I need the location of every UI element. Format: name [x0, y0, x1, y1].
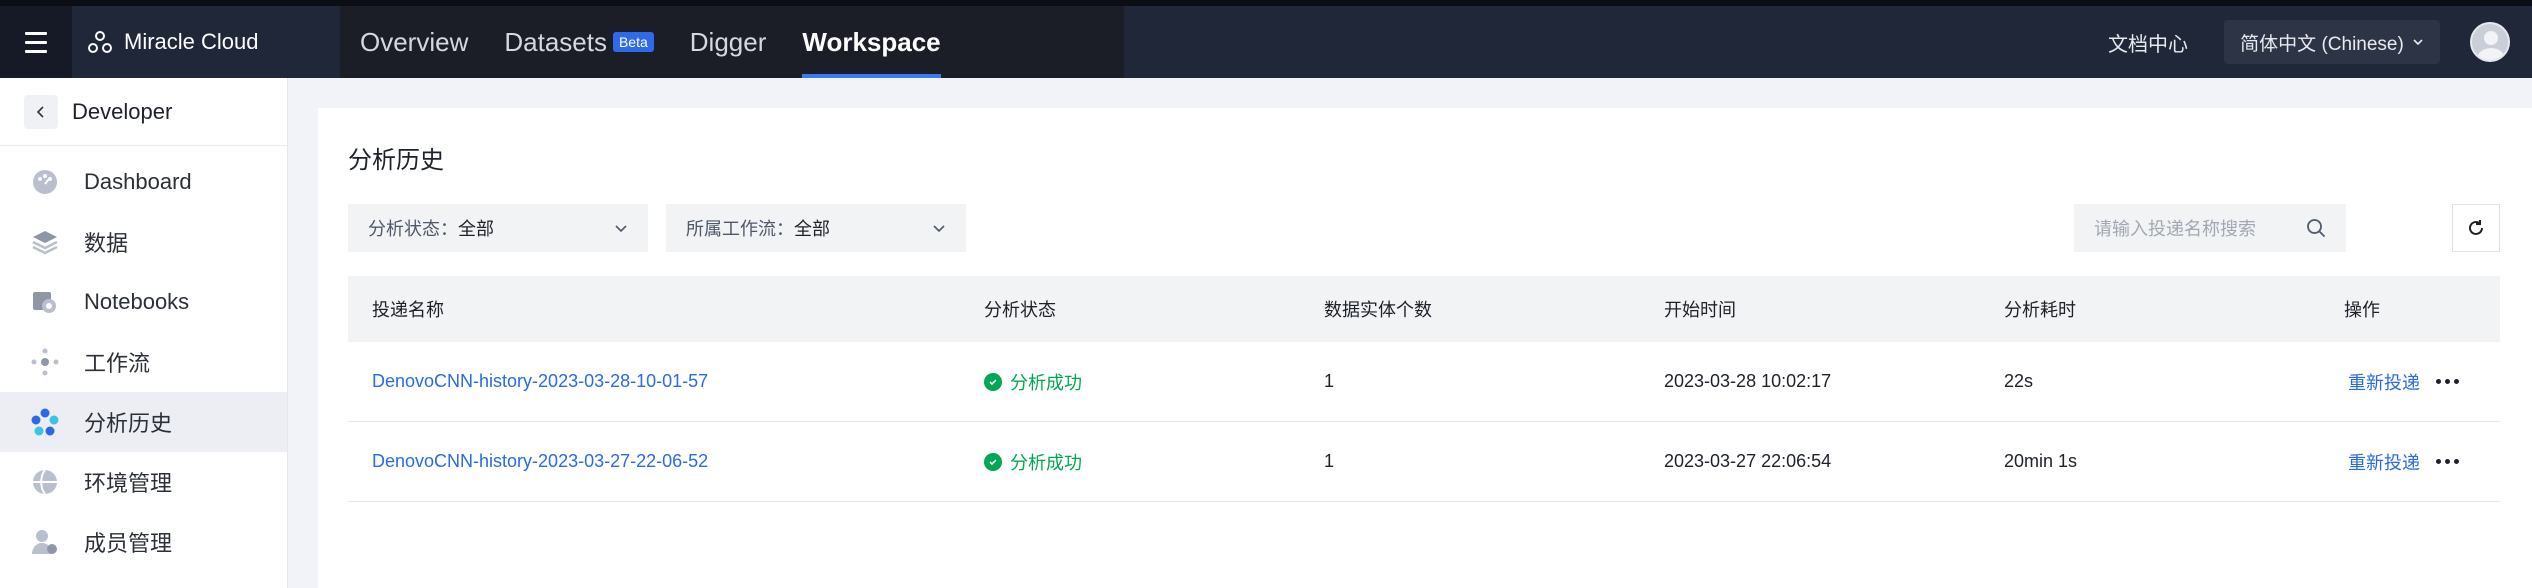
user-avatar[interactable]	[2470, 22, 2510, 62]
status-badge: 分析成功	[984, 342, 1082, 421]
sidebar-item-analysis-history[interactable]: 分析历史	[0, 392, 287, 452]
sidebar-item-label: 环境管理	[84, 471, 173, 496]
check-circle-icon	[984, 452, 1002, 471]
workflow-icon	[31, 348, 59, 376]
beta-badge: Beta	[612, 32, 654, 52]
history-icon	[31, 408, 59, 436]
status-filter-select[interactable]: 分析状态：全部	[348, 204, 648, 252]
brand-name: Miracle Cloud	[124, 29, 259, 54]
more-icon[interactable]	[2436, 459, 2459, 464]
chevron-down-icon	[2413, 39, 2423, 46]
resubmit-link[interactable]: 重新投递	[2348, 369, 2420, 395]
nav-workspace-label: Workspace	[802, 26, 941, 57]
search-icon[interactable]	[2306, 218, 2326, 238]
workflow-filter-label: 所属工作流：	[686, 219, 794, 239]
sidebar-item-label: Dashboard	[84, 169, 192, 194]
workflow-filter-text: 所属工作流：全部	[686, 215, 830, 241]
nav-digger-label: Digger	[689, 26, 767, 57]
search-placeholder: 请输入投递名称搜索	[2094, 219, 2256, 239]
start-time: 2023-03-27 22:06:54	[1664, 451, 1832, 471]
cloud-logo-icon	[88, 31, 112, 53]
chevron-down-icon	[933, 225, 945, 233]
search-input[interactable]: 请输入投递名称搜索	[2074, 204, 2346, 252]
sidebar-item-members[interactable]: 成员管理	[0, 512, 287, 572]
more-icon[interactable]	[2436, 379, 2459, 384]
resubmit-link[interactable]: 重新投递	[2348, 449, 2420, 475]
table-header: 投递名称 分析状态 数据实体个数 开始时间 分析耗时 操作	[348, 276, 2500, 342]
docs-link[interactable]: 文档中心	[2108, 6, 2188, 78]
chevron-left-icon	[36, 105, 44, 118]
nav-overview-label: Overview	[360, 26, 469, 57]
duration: 20min 1s	[2004, 451, 2078, 471]
menu-icon[interactable]	[0, 6, 72, 78]
main-nav: Overview Datasets Beta Digger Workspace	[360, 6, 941, 78]
sidebar-item-environment[interactable]: 环境管理	[0, 452, 287, 512]
status-text: 分析成功	[1010, 372, 1082, 393]
brand-logo[interactable]: Miracle Cloud	[86, 6, 259, 78]
nav-datasets-label: Datasets	[504, 26, 607, 57]
table-row: DenovoCNN-history-2023-03-28-10-01-57 分析…	[348, 342, 2500, 422]
sidebar-item-label: 成员管理	[84, 531, 173, 556]
entity-count: 1	[1324, 451, 1335, 471]
check-circle-icon	[984, 372, 1002, 391]
workflow-filter-value: 全部	[794, 219, 830, 239]
chevron-down-icon	[615, 225, 627, 233]
table-row: DenovoCNN-history-2023-03-27-22-06-52 分析…	[348, 422, 2500, 502]
back-button[interactable]	[24, 94, 58, 129]
sidebar-item-notebooks[interactable]: Notebooks	[0, 272, 287, 332]
status-filter-text: 分析状态：全部	[368, 215, 494, 241]
members-icon	[32, 530, 57, 554]
sidebar-item-data[interactable]: 数据	[0, 212, 287, 272]
top-navigation-bar: Miracle Cloud Overview Datasets Beta Digg…	[0, 0, 2532, 78]
nav-datasets[interactable]: Datasets Beta	[504, 6, 654, 78]
workflow-filter-select[interactable]: 所属工作流：全部	[666, 204, 966, 252]
nav-digger[interactable]: Digger	[690, 6, 767, 78]
sidebar-item-workflow[interactable]: 工作流	[0, 332, 287, 392]
column-header: 分析状态	[984, 300, 1056, 320]
page-title: 分析历史	[348, 147, 444, 174]
status-filter-label: 分析状态：	[368, 219, 458, 239]
language-select[interactable]: 简体中文 (Chinese)	[2224, 20, 2440, 64]
submission-name-link[interactable]: DenovoCNN-history-2023-03-27-22-06-52	[372, 422, 708, 501]
nav-workspace[interactable]: Workspace	[802, 6, 941, 78]
sidebar-item-label: 分析历史	[84, 411, 173, 436]
actions-cell: 重新投递	[2348, 422, 2459, 501]
sidebar-item-label: 数据	[84, 231, 129, 256]
actions-cell: 重新投递	[2348, 342, 2459, 421]
sidebar-item-label: 工作流	[84, 351, 151, 376]
main-panel: 分析历史 分析状态：全部 所属工作流：全部 请输入投递名称搜索 投递名称 分析状…	[318, 108, 2532, 588]
sidebar-header-label: Developer	[72, 98, 173, 124]
column-header: 分析耗时	[2004, 300, 2076, 320]
language-label: 简体中文 (Chinese)	[2240, 33, 2404, 55]
column-header: 操作	[2344, 300, 2380, 320]
duration: 22s	[2004, 371, 2034, 391]
layers-icon	[32, 231, 58, 255]
submission-name-link[interactable]: DenovoCNN-history-2023-03-28-10-01-57	[372, 342, 708, 421]
column-header: 数据实体个数	[1324, 300, 1432, 320]
column-header: 投递名称	[372, 300, 444, 320]
sidebar-item-label: Notebooks	[84, 289, 190, 314]
start-time: 2023-03-28 10:02:17	[1664, 371, 1832, 391]
refresh-button[interactable]	[2452, 204, 2500, 252]
entity-count: 1	[1324, 371, 1335, 391]
refresh-icon	[2469, 220, 2483, 235]
sidebar: Developer Dashboard 数据 Notebooks 工作流 分析历…	[0, 78, 288, 588]
status-text: 分析成功	[1010, 452, 1082, 473]
globe-icon	[33, 469, 57, 495]
status-filter-value: 全部	[458, 219, 494, 239]
nav-overview[interactable]: Overview	[360, 6, 468, 78]
dashboard-icon	[33, 170, 57, 194]
sidebar-item-dashboard[interactable]: Dashboard	[0, 152, 287, 212]
sidebar-header: Developer	[0, 78, 287, 146]
status-badge: 分析成功	[984, 422, 1082, 501]
column-header: 开始时间	[1664, 300, 1736, 320]
notebook-icon	[33, 292, 56, 313]
